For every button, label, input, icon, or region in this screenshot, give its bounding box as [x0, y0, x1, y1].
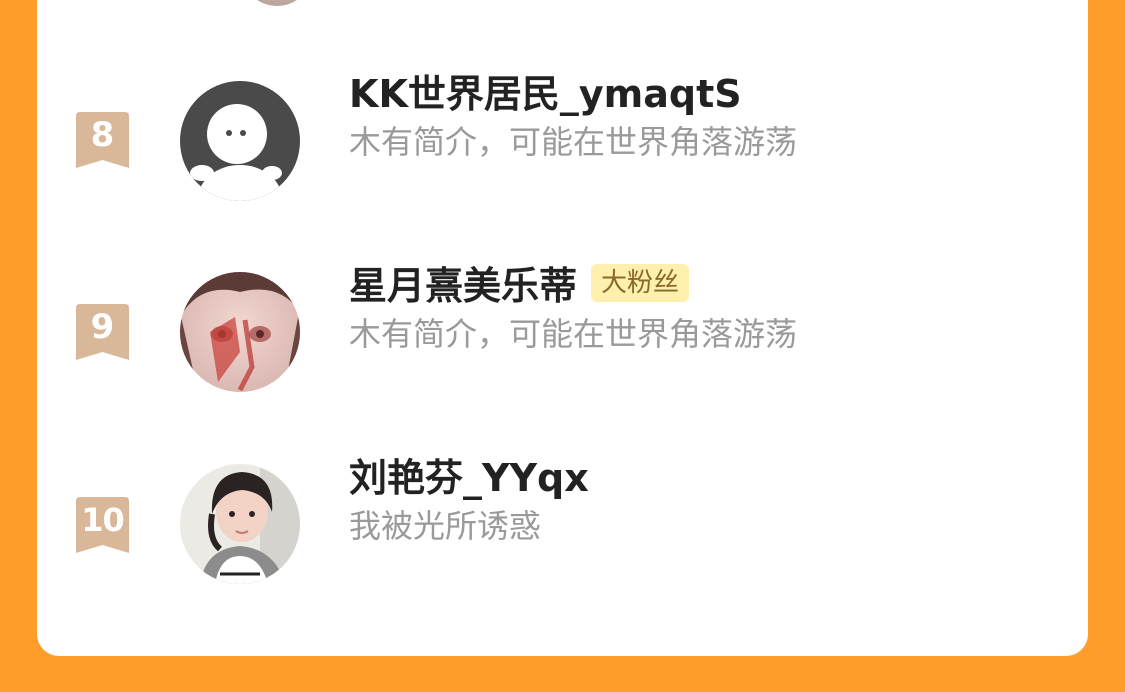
rank-flag-icon: 10	[76, 497, 129, 553]
avatar[interactable]	[180, 272, 300, 392]
list-item[interactable]: 9 星月熹美乐蒂 大粉丝 木有简介，可能在世界角落游荡	[37, 263, 1088, 422]
rank-number: 8	[90, 115, 115, 155]
list-item[interactable]: 10 刘艳芬_YYqx 我被光所诱惑	[37, 456, 1088, 614]
fan-bio: 我被光所诱惑	[349, 507, 542, 545]
girl-photo-avatar	[180, 464, 300, 584]
avatar[interactable]	[180, 464, 300, 584]
avatar-partial	[241, 0, 313, 6]
fan-level-badge: 大粉丝	[591, 263, 690, 302]
default-silhouette-icon	[180, 81, 300, 201]
list-item[interactable]: 8 KK世界居民_ymaqtS 木有简介，可能在世界角落游荡	[37, 72, 1088, 230]
fan-name[interactable]: KK世界居民_ymaqtS	[349, 63, 742, 118]
fan-ranking-card: 8 KK世界居民_ymaqtS 木有简介，可能在世界角落游荡 9 星月熹美乐蒂 …	[37, 0, 1088, 656]
fan-name[interactable]: 星月熹美乐蒂	[349, 255, 577, 310]
fan-name[interactable]: 刘艳芬_YYqx	[349, 447, 589, 502]
anime-girl-avatar	[180, 272, 300, 392]
avatar[interactable]	[180, 81, 300, 201]
rank-flag-icon: 9	[76, 304, 129, 360]
rank-number: 9	[90, 307, 115, 347]
rank-flag-icon: 8	[76, 112, 129, 168]
rank-number: 10	[81, 501, 125, 539]
fan-bio: 木有简介，可能在世界角落游荡	[349, 315, 798, 353]
fan-bio: 木有简介，可能在世界角落游荡	[349, 123, 798, 161]
